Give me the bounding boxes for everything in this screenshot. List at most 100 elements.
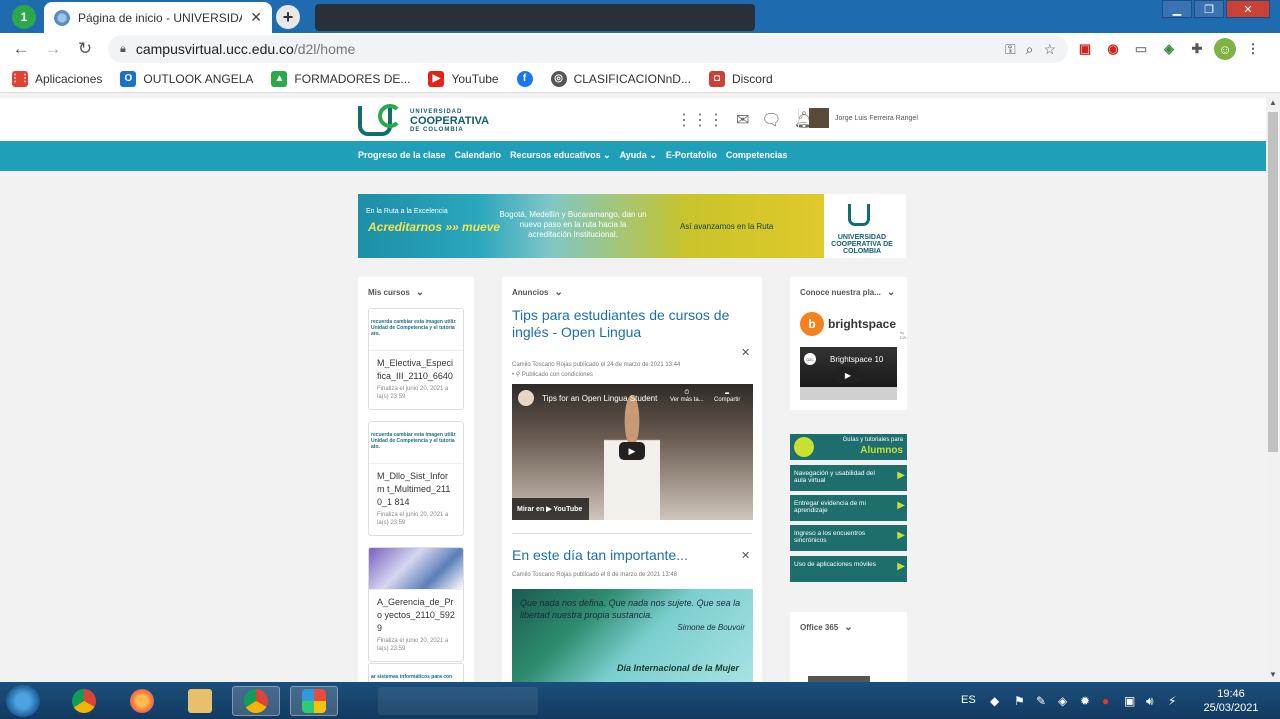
menu-dots-icon[interactable]: ⋮: [1242, 38, 1264, 60]
course-card[interactable]: A_Gerencia_de_Pro yectos_2110_5929 Final…: [368, 547, 464, 662]
browser-toolbar: ← → ↻ 🔒︎ campusvirtual.ucc.edu.co/d2l/ho…: [0, 33, 1280, 65]
extensions-puzzle-icon[interactable]: ✚: [1186, 38, 1208, 60]
folder-icon: [188, 689, 212, 713]
guide-link[interactable]: Navegación y usabilidad del aula virtual: [790, 465, 907, 491]
guide-link[interactable]: Uso de aplicaciones móviles: [790, 556, 907, 582]
page-scrollbar[interactable]: ▲ ▼: [1266, 96, 1280, 682]
d2l-icon: D2L: [804, 353, 816, 365]
guide-link[interactable]: Ingreso a los encuentros sincrónicos: [790, 525, 907, 551]
scroll-up-icon[interactable]: ▲: [1269, 98, 1277, 107]
network-icon[interactable]: ▣: [1124, 694, 1135, 708]
sync-extension-icon[interactable]: ◈: [1158, 38, 1180, 60]
mail-icon[interactable]: ✉: [736, 110, 749, 130]
taskbar-firefox[interactable]: [118, 686, 166, 716]
star-icon[interactable]: ☆: [1043, 41, 1056, 58]
power-icon[interactable]: ⚡︎: [1168, 694, 1176, 708]
announcements-widget: Anuncios ⌄ Tips para estudiantes de curs…: [502, 277, 762, 682]
restore-button[interactable]: ❐: [1194, 0, 1224, 18]
nav-progreso[interactable]: Progreso de la clase: [358, 150, 446, 161]
system-clock[interactable]: 19:46 25/03/2021: [1196, 687, 1266, 715]
ucc-logo-text: UNIVERSIDAD COOPERATIVA DE COLOMBIA: [410, 108, 490, 133]
course-image: recuerda cambiar esta imagen utiliz Unid…: [369, 309, 463, 351]
watch-later-button[interactable]: 🕓︎ Ver más ta...: [670, 390, 704, 403]
youtube-video[interactable]: Tips for an Open Lingua Student 🕓︎ Ver má…: [512, 384, 753, 520]
address-bar[interactable]: 🔒︎ campusvirtual.ucc.edu.co/d2l/home ⚿ ⌕…: [108, 35, 1068, 63]
chevron-down-icon[interactable]: ⌄: [887, 287, 895, 298]
video-title: Tips for an Open Lingua Student: [542, 394, 658, 403]
reload-icon[interactable]: ↻: [72, 36, 98, 62]
start-button[interactable]: [6, 685, 40, 717]
nav-ayuda[interactable]: Ayuda ⌄: [620, 150, 657, 161]
play-icon[interactable]: ▶: [619, 442, 645, 460]
profile-badge[interactable]: 1: [12, 5, 36, 29]
notification-extension-icon[interactable]: ◉: [1102, 38, 1124, 60]
flag-icon[interactable]: ⚑: [1014, 694, 1025, 708]
close-tab-icon[interactable]: ✕: [250, 9, 262, 26]
bookmark-discord[interactable]: ◘ Discord: [708, 70, 773, 87]
bookmark-apps[interactable]: ⋮⋮ Aplicaciones: [10, 70, 102, 87]
app-grid-icon[interactable]: ⋮⋮⋮: [676, 110, 724, 130]
watch-on-youtube[interactable]: Mirar en ▶ YouTube: [512, 498, 589, 520]
zoom-icon[interactable]: ⌕: [1026, 41, 1034, 58]
announcement-title[interactable]: En este día tan importante...: [512, 547, 732, 564]
firefox-icon: [130, 689, 154, 713]
language-indicator[interactable]: ES: [961, 694, 976, 706]
nav-recursos[interactable]: Recursos educativos ⌄: [510, 150, 611, 161]
dismiss-icon[interactable]: ✕: [741, 346, 750, 359]
bookmark-youtube[interactable]: ▶ YouTube: [428, 70, 499, 87]
guide-link[interactable]: Entregar evidencia de mi aprendizaje: [790, 495, 907, 521]
site-header: UNIVERSIDAD COOPERATIVA DE COLOMBIA ⋮⋮⋮ …: [0, 98, 1266, 141]
guides-badge-icon: [794, 437, 814, 457]
profile-avatar-icon[interactable]: ☺: [1214, 38, 1236, 60]
chat-icon[interactable]: 🗨︎: [761, 110, 781, 130]
back-arrow-icon[interactable]: ←: [8, 36, 34, 62]
pen-icon[interactable]: ✎: [1036, 694, 1046, 708]
antivirus-icon[interactable]: ✹: [1080, 694, 1090, 708]
bookmark-formadores[interactable]: ▲ FORMADORES DE...: [271, 70, 410, 87]
brightspace-video[interactable]: D2L Brightspace 10 ▶: [800, 347, 897, 400]
nav-eportafolio[interactable]: E-Portafolio: [666, 150, 717, 161]
share-button[interactable]: ➦ Compartir: [714, 390, 740, 403]
course-card[interactable]: recuerda cambiar esta imagen utiliz Unid…: [368, 308, 464, 410]
quote-text: Que nada nos defina. Que nada nos sujete…: [520, 598, 741, 620]
sync-icon[interactable]: ◈: [1058, 694, 1067, 708]
bookmark-clasificacion[interactable]: ◎ CLASIFICACIONnD...: [550, 70, 691, 87]
course-due: Finaliza el junio 20, 2021 a la(s) 23:59: [377, 386, 449, 400]
new-tab-button[interactable]: +: [276, 5, 300, 29]
chevron-down-icon[interactable]: ⌄: [554, 287, 562, 298]
alert-icon[interactable]: ●: [1102, 694, 1109, 708]
close-window-button[interactable]: ✕: [1226, 0, 1270, 18]
course-card[interactable]: recuerda cambiar esta imagen utiliz Unid…: [368, 421, 464, 536]
ucc-logo[interactable]: UNIVERSIDAD COOPERATIVA DE COLOMBIA: [358, 104, 490, 136]
volume-icon[interactable]: 🔊︎: [1146, 694, 1154, 709]
pdf-extension-icon[interactable]: ▣: [1074, 38, 1096, 60]
accreditation-banner[interactable]: En la Ruta a la Excelencia Acreditarnos …: [358, 194, 906, 258]
course-card[interactable]: ar sistemas informáticos para con: [368, 663, 464, 682]
dismiss-icon[interactable]: ✕: [741, 549, 750, 562]
chevron-down-icon[interactable]: ⌄: [416, 287, 424, 298]
announcement-title[interactable]: Tips para estudiantes de cursos de inglé…: [512, 307, 752, 341]
chevron-down-icon[interactable]: ⌄: [844, 622, 852, 633]
announcement-meta: Camilo Toscano Rojas publicado el 24 de …: [512, 362, 681, 368]
brightspace-logo[interactable]: b brightspace by D2L: [800, 312, 907, 340]
taskbar-chrome-active[interactable]: [232, 686, 280, 716]
forward-arrow-icon[interactable]: →: [40, 36, 66, 62]
taskbar-search[interactable]: [378, 687, 538, 715]
scroll-down-icon[interactable]: ▼: [1269, 670, 1277, 679]
bookmark-outlook[interactable]: O OUTLOOK ANGELA: [120, 70, 253, 87]
scroll-thumb[interactable]: [1268, 112, 1278, 452]
tray-icon[interactable]: ◆: [990, 694, 999, 708]
nav-competencias[interactable]: Competencias: [726, 150, 788, 161]
active-tab[interactable]: Página de inicio - UNIVERSIDAD ✕: [44, 2, 272, 33]
taskbar-explorer[interactable]: [176, 686, 224, 716]
nav-calendario[interactable]: Calendario: [455, 150, 502, 161]
taskbar-chrome[interactable]: [60, 686, 108, 716]
play-icon[interactable]: ▶: [836, 367, 860, 383]
url-text[interactable]: campusvirtual.ucc.edu.co/d2l/home: [136, 41, 995, 57]
cast-extension-icon[interactable]: ▭: [1130, 38, 1152, 60]
minimize-button[interactable]: ▁: [1162, 0, 1192, 18]
user-menu[interactable]: Jorge Luis Ferreira Rangel: [798, 108, 918, 128]
bookmark-facebook[interactable]: f: [516, 70, 533, 87]
key-icon[interactable]: ⚿: [1005, 41, 1016, 58]
taskbar-app[interactable]: [290, 686, 338, 716]
